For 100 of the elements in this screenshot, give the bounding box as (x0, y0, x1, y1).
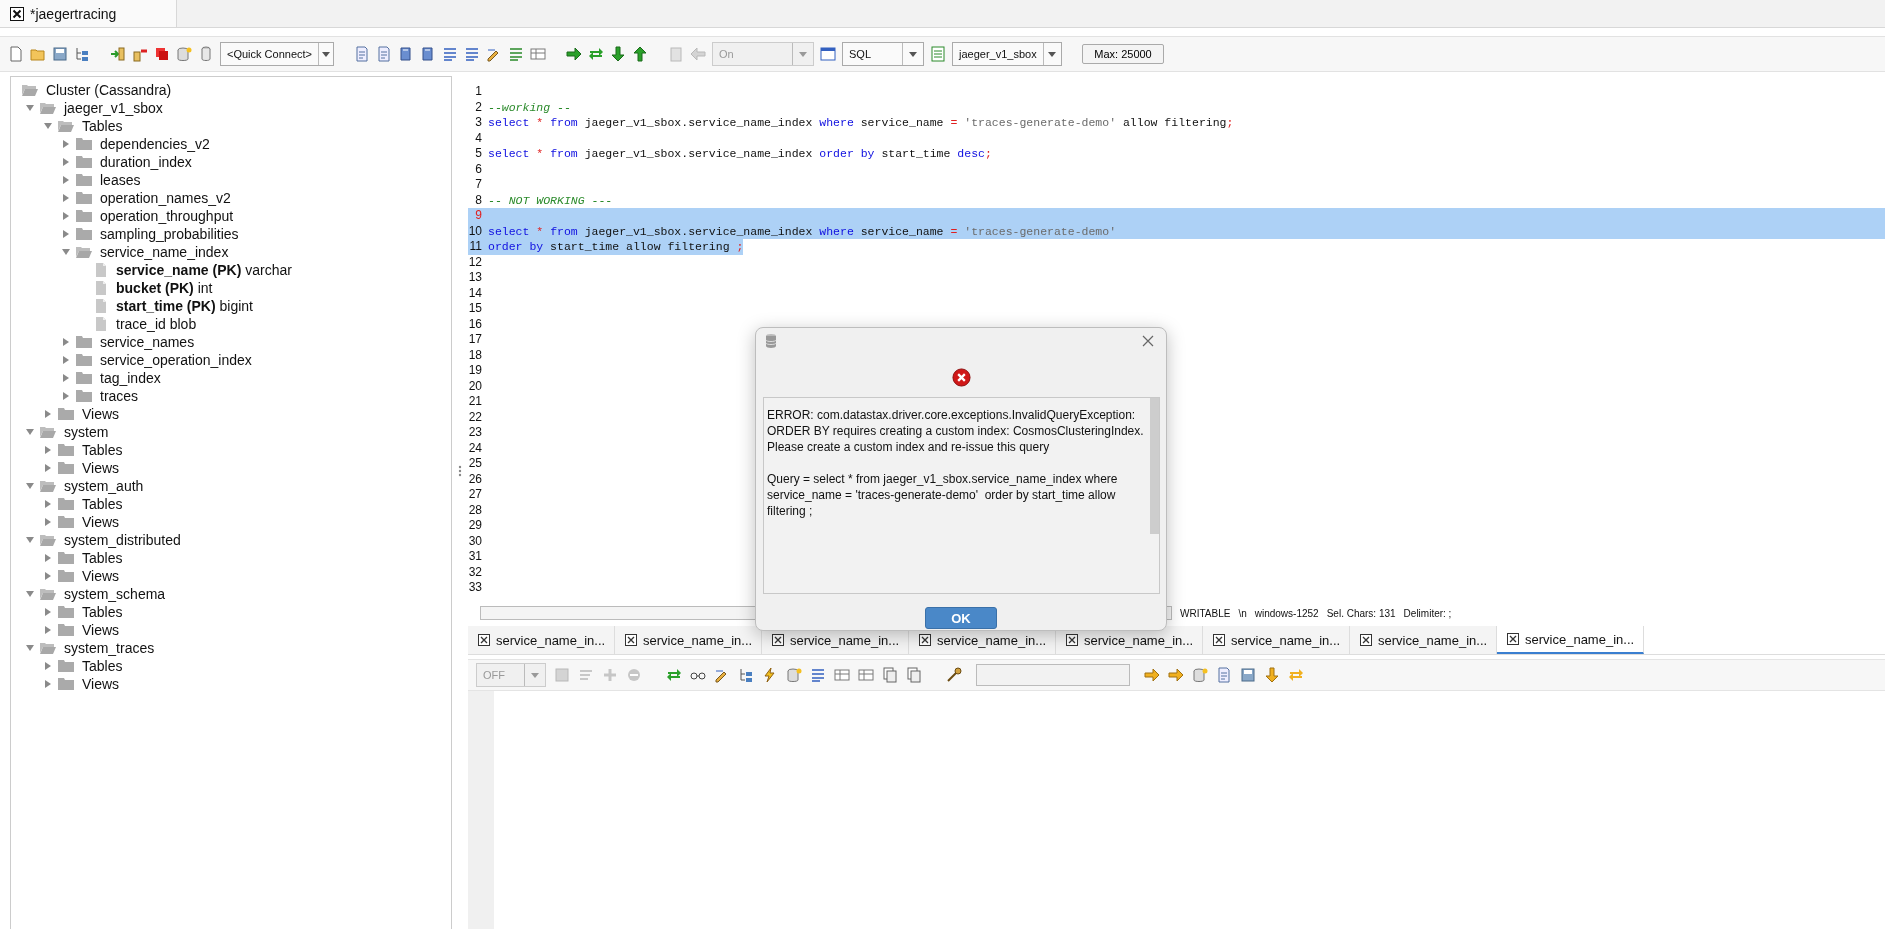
tree-item[interactable]: sampling_probabilities (100, 226, 239, 242)
database-icon[interactable] (176, 46, 192, 62)
tree-item[interactable]: Views (82, 676, 120, 692)
refresh-icon[interactable] (666, 667, 682, 683)
collapse-arrow-icon[interactable] (43, 121, 53, 131)
document-icon[interactable] (354, 46, 370, 62)
spreadsheet-icon[interactable] (930, 46, 946, 62)
tree-item[interactable]: bucket (PK) int (116, 280, 213, 296)
grid-icon[interactable] (834, 667, 850, 683)
tree-item[interactable]: tag_index (100, 370, 161, 386)
close-icon[interactable] (1066, 634, 1078, 646)
tree-item[interactable]: trace_id blob (116, 316, 197, 332)
list-icon[interactable] (810, 667, 826, 683)
tree-item[interactable]: system_schema (64, 586, 166, 602)
tree-item[interactable]: Cluster (Cassandra) (46, 82, 172, 98)
tree-item[interactable]: system (64, 424, 109, 440)
book-icon[interactable] (398, 46, 414, 62)
expand-arrow-icon[interactable] (43, 517, 53, 527)
max-rows-button[interactable]: Max: 25000 (1082, 44, 1164, 64)
arrow-right-icon[interactable] (566, 46, 582, 62)
tree-item[interactable]: Views (82, 460, 120, 476)
expand-arrow-icon[interactable] (43, 553, 53, 563)
expand-arrow-icon[interactable] (61, 175, 71, 185)
expand-arrow-icon[interactable] (43, 463, 53, 473)
note-icon[interactable] (1216, 667, 1232, 683)
tree-item[interactable]: system_distributed (64, 532, 181, 548)
expand-arrow-icon[interactable] (43, 445, 53, 455)
ok-button[interactable]: OK (925, 607, 997, 629)
tree-item[interactable]: start_time (PK) bigint (116, 298, 253, 314)
tree-item[interactable]: service_name (PK) varchar (116, 262, 292, 278)
result-tab[interactable]: service_name_in... (1497, 626, 1644, 654)
arrow-up-icon[interactable] (632, 46, 648, 62)
swap-icon[interactable] (588, 46, 604, 62)
arrow-left-icon[interactable] (690, 46, 706, 62)
document-icon[interactable] (376, 46, 392, 62)
tree-item[interactable]: service_operation_index (100, 352, 252, 368)
tree-item[interactable]: leases (100, 172, 141, 188)
search-field[interactable] (976, 664, 1130, 686)
tree-item[interactable]: Tables (82, 496, 123, 512)
tree-item[interactable]: jaeger_v1_sbox (64, 100, 163, 116)
tree-item[interactable]: Views (82, 622, 120, 638)
result-tab[interactable]: service_name_in... (1350, 626, 1497, 654)
collapse-arrow-icon[interactable] (25, 427, 35, 437)
expand-arrow-icon[interactable] (61, 157, 71, 167)
database-icon[interactable] (1192, 667, 1208, 683)
arrow-right-icon[interactable] (1168, 667, 1184, 683)
expand-arrow-icon[interactable] (43, 571, 53, 581)
close-icon[interactable] (772, 634, 784, 646)
tree-icon[interactable] (74, 46, 90, 62)
expand-arrow-icon[interactable] (43, 625, 53, 635)
tree-item[interactable]: system_traces (64, 640, 155, 656)
expand-arrow-icon[interactable] (43, 679, 53, 689)
close-icon[interactable] (1360, 634, 1372, 646)
close-icon[interactable] (1213, 634, 1225, 646)
close-icon[interactable] (478, 634, 490, 646)
collapse-arrow-icon[interactable] (25, 589, 35, 599)
connection-dropdown[interactable]: <Quick Connect> (220, 42, 334, 66)
collapse-arrow-icon[interactable] (25, 535, 35, 545)
result-tab[interactable]: service_name_in... (615, 626, 762, 654)
copy-icon[interactable] (906, 667, 922, 683)
plug-icon[interactable] (110, 46, 126, 62)
key-icon[interactable] (946, 667, 962, 683)
expand-arrow-icon[interactable] (61, 229, 71, 239)
expand-arrow-icon[interactable] (61, 193, 71, 203)
close-icon[interactable] (1507, 633, 1519, 645)
database-icon[interactable] (786, 667, 802, 683)
collapse-arrow-icon[interactable] (25, 481, 35, 491)
grid-icon[interactable] (858, 667, 874, 683)
keyspace-dropdown[interactable]: jaeger_v1_sbox (952, 42, 1062, 66)
tree-item[interactable]: Views (82, 514, 120, 530)
expand-arrow-icon[interactable] (43, 499, 53, 509)
tree-item[interactable]: Views (82, 406, 120, 422)
tree-item[interactable]: service_names (100, 334, 195, 350)
list-icon[interactable] (508, 46, 524, 62)
expand-arrow-icon[interactable] (43, 661, 53, 671)
book-icon[interactable] (420, 46, 436, 62)
result-tab[interactable]: service_name_in... (1203, 626, 1350, 654)
table-icon[interactable] (530, 46, 546, 62)
vertical-scrollbar[interactable] (1150, 398, 1159, 534)
tree-item[interactable]: Tables (82, 118, 123, 134)
expand-arrow-icon[interactable] (43, 409, 53, 419)
expand-arrow-icon[interactable] (61, 373, 71, 383)
arrow-down-icon[interactable] (1264, 667, 1280, 683)
result-tab[interactable]: service_name_in... (468, 626, 615, 654)
tree-item[interactable]: operation_throughput (100, 208, 234, 224)
calendar-icon[interactable] (820, 46, 836, 62)
tree-item[interactable]: Tables (82, 550, 123, 566)
tree-item[interactable]: Tables (82, 604, 123, 620)
folder-icon[interactable] (30, 46, 46, 62)
tree-item[interactable]: Views (82, 568, 120, 584)
cylinder-icon[interactable] (198, 46, 214, 62)
tree-item[interactable]: system_auth (64, 478, 144, 494)
expand-arrow-icon[interactable] (43, 607, 53, 617)
collapse-arrow-icon[interactable] (61, 247, 71, 257)
expand-arrow-icon[interactable] (61, 391, 71, 401)
language-dropdown[interactable]: SQL (842, 42, 924, 66)
arrow-down-icon[interactable] (610, 46, 626, 62)
stop-icon[interactable] (154, 46, 170, 62)
tree-item[interactable]: Tables (82, 442, 123, 458)
expand-arrow-icon[interactable] (61, 355, 71, 365)
